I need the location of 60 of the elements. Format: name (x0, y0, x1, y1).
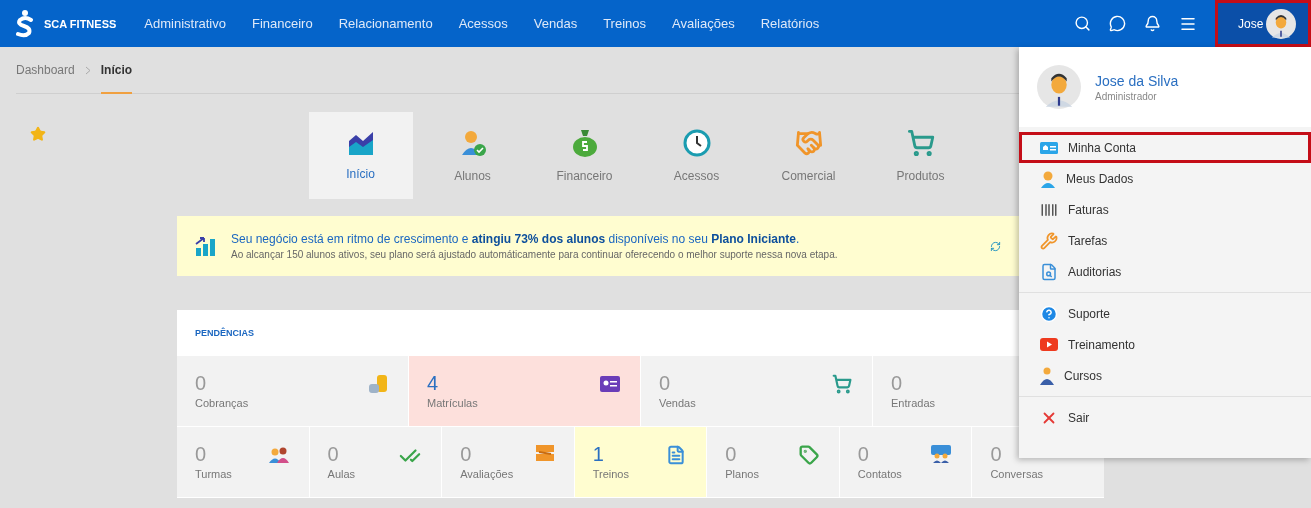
pending-label: Cobranças (195, 397, 249, 409)
menu-item[interactable]: Meus Dados (1019, 163, 1311, 194)
pending-label: Turmas (195, 468, 232, 480)
pending-count: 0 (195, 443, 207, 466)
pending-tile[interactable]: 0 Turmas (177, 427, 309, 497)
nav-link[interactable]: Relacionamento (338, 16, 433, 31)
brand-name: SCA FITNESS (44, 17, 117, 30)
menu-item[interactable]: Auditorias (1019, 256, 1311, 287)
pending-label: Treinos (592, 468, 629, 480)
pending-tile[interactable]: 0 Aulas (309, 427, 442, 497)
pending-count: 0 (725, 443, 737, 466)
breadcrumb-link[interactable]: Início (100, 47, 133, 94)
nav-link[interactable]: Treinos (603, 16, 646, 31)
user-role: Administrador (1095, 90, 1158, 102)
module-tab[interactable]: Financeiro (532, 112, 637, 199)
menu-item[interactable]: Faturas (1019, 194, 1311, 225)
banner-detail: Ao alcançar 150 alunos ativos, seu plano será ajustado automáticamente para continuar oferecendo o melhor suporte nessa nova etapa. (231, 249, 838, 260)
pending-count: 0 (460, 443, 472, 466)
pending-label: Contatos (857, 468, 902, 480)
module-tab[interactable]: Alunos (420, 112, 525, 199)
nav-link[interactable]: Financeiro (251, 16, 313, 31)
pending-label: Planos (725, 468, 759, 480)
pending-count: 0 (327, 443, 339, 466)
module-tab[interactable]: Produtos (868, 112, 973, 199)
pending-count: 1 (592, 443, 604, 466)
pending-label: Vendas (659, 397, 696, 409)
breadcrumb-link[interactable]: Dashboard (16, 47, 75, 94)
module-tab[interactable]: Comercial (756, 112, 861, 199)
module-tab[interactable]: Acessos (644, 112, 749, 199)
user-menu-button[interactable]: Jose (1215, 0, 1311, 47)
menu-item[interactable]: Tarefas (1019, 225, 1311, 256)
pending-label: Entradas (891, 397, 936, 409)
module-tab[interactable]: Início (308, 112, 413, 199)
pending-label: Matrículas (427, 397, 478, 409)
pending-count: 0 (659, 372, 671, 395)
nav-link[interactable]: Avaliações (672, 16, 735, 31)
nav-link[interactable]: Acessos (458, 16, 508, 31)
pending-label: Avaliações (460, 468, 514, 480)
pending-count: 0 (857, 443, 869, 466)
banner-headline: Seu negócio está em ritmo de crescimento e atingiu 73% dos alunos disponíveis no seu Plano Iniciante. (231, 232, 801, 246)
card-title: PENDÊNCIAS (195, 328, 254, 338)
nav-link[interactable]: Vendas (533, 16, 578, 31)
pending-count: 0 (195, 372, 207, 395)
pending-tile[interactable]: 0 Contatos (839, 427, 972, 497)
user-name: Jose da Silva (1095, 72, 1179, 89)
pending-label: Aulas (327, 468, 356, 480)
pending-count: 4 (427, 372, 439, 395)
pending-count: 0 (891, 372, 903, 395)
nav-link[interactable]: Administrativo (144, 16, 226, 31)
pending-tile[interactable]: 1 Treinos (574, 427, 707, 497)
pending-tile[interactable]: 0 Planos (707, 427, 839, 497)
nav-link[interactable]: Relatórios (760, 16, 820, 31)
pending-count: 0 (990, 443, 1002, 466)
pending-tile[interactable]: 4 Matrículas (409, 356, 640, 426)
pending-tile[interactable]: 0 Vendas (641, 356, 872, 426)
pending-tile[interactable]: 0 Avaliações (442, 427, 574, 497)
menu-item[interactable]: Suporte (1019, 298, 1311, 329)
pending-label: Conversas (990, 468, 1043, 480)
pending-tile[interactable]: 0 Cobranças (177, 356, 408, 426)
menu-item[interactable]: Minha Conta (1019, 132, 1311, 163)
